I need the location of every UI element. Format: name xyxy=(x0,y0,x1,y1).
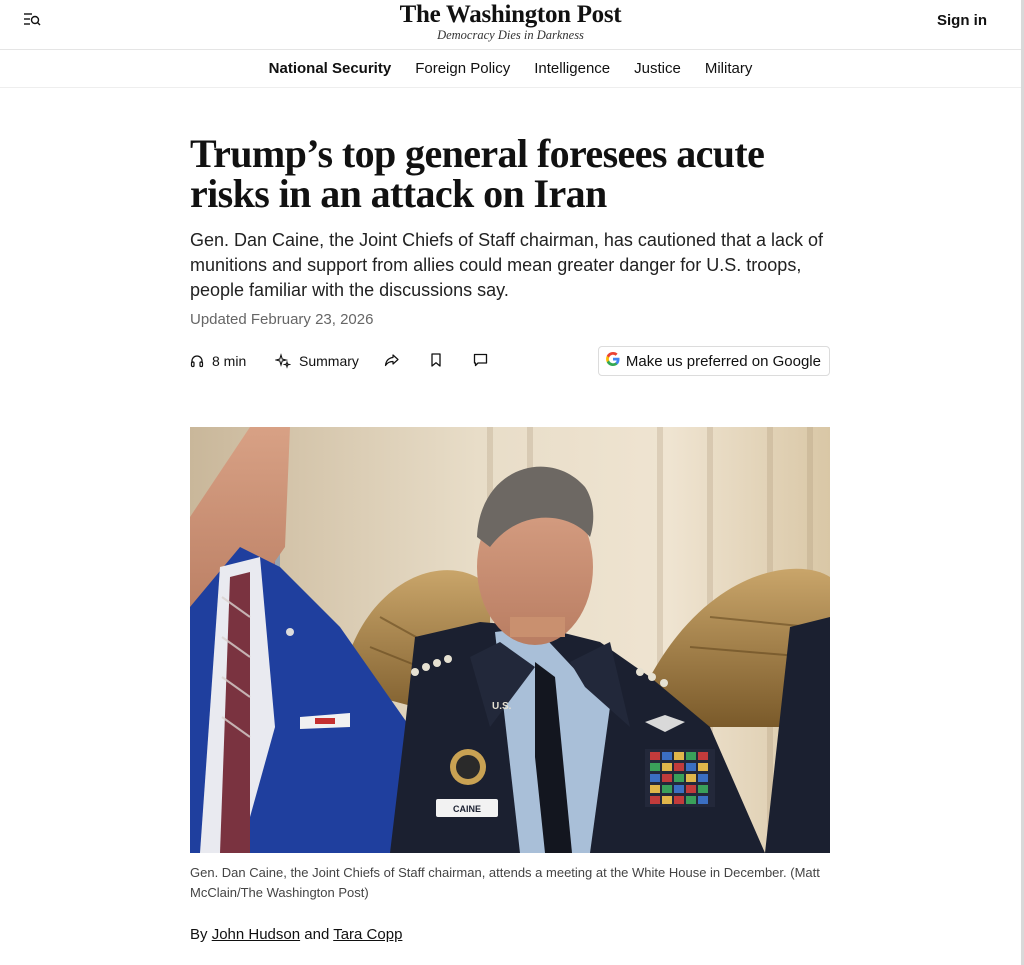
subnav-item-military[interactable]: Military xyxy=(705,60,753,77)
subnav-item-justice[interactable]: Justice xyxy=(634,60,681,77)
photo-caption: Gen. Dan Caine, the Joint Chiefs of Staf… xyxy=(190,865,820,900)
share-button[interactable] xyxy=(384,353,400,367)
google-logo-icon xyxy=(605,351,621,371)
subnav-item-foreign-policy[interactable]: Foreign Policy xyxy=(415,60,510,77)
headphones-icon xyxy=(190,354,204,368)
preferred-on-google-label: Make us preferred on Google xyxy=(625,352,821,370)
comment-button[interactable] xyxy=(473,353,488,367)
author-link-john-hudson[interactable]: John Hudson xyxy=(212,926,300,943)
brand-tagline: Democracy Dies in Darkness xyxy=(437,28,584,42)
lead-photo-illustration: CAINE U.S. xyxy=(190,427,830,853)
sparkle-icon xyxy=(275,353,291,369)
summary-button[interactable]: Summary xyxy=(275,353,359,369)
byline-joiner: and xyxy=(304,926,330,943)
byline-prefix: By xyxy=(190,926,208,943)
bookmark-button[interactable] xyxy=(430,353,442,367)
listen-duration: 8 min xyxy=(212,353,247,369)
brand-name[interactable]: The Washington Post xyxy=(0,0,1021,29)
preferred-on-google-button[interactable]: Make us preferred on Google xyxy=(597,346,830,376)
sign-in-button[interactable]: Sign in xyxy=(937,12,987,29)
section-subnav: National Security Foreign Policy Intelli… xyxy=(0,50,1021,88)
share-icon xyxy=(384,353,400,367)
brand-logo[interactable]: The Washington Post Democracy Dies in Da… xyxy=(0,0,1021,42)
masthead: The Washington Post Democracy Dies in Da… xyxy=(0,0,1021,50)
byline: By John Hudson and Tara Copp xyxy=(190,926,402,943)
summary-label: Summary xyxy=(299,353,359,369)
article-header: Trump’s top general foresees acute risks… xyxy=(190,131,830,376)
dek: Gen. Dan Caine, the Joint Chiefs of Staf… xyxy=(190,230,824,300)
lead-photo: CAINE U.S. xyxy=(190,427,830,853)
listen-button[interactable]: 8 min xyxy=(190,353,246,369)
collar-insignia-text: U.S. xyxy=(492,701,512,712)
subnav-item-intelligence[interactable]: Intelligence xyxy=(534,60,610,77)
updated-timestamp: Updated February 23, 2026 xyxy=(190,311,374,328)
author-link-tara-copp[interactable]: Tara Copp xyxy=(333,926,402,943)
nametag-text: CAINE xyxy=(453,804,481,814)
bookmark-icon xyxy=(430,353,442,367)
article-actions: 8 min Summary Make us preferred on Googl… xyxy=(190,346,830,376)
headline: Trump’s top general foresees acute risks… xyxy=(190,131,765,216)
subnav-item-national-security[interactable]: National Security xyxy=(269,60,392,77)
comment-icon xyxy=(473,353,488,367)
